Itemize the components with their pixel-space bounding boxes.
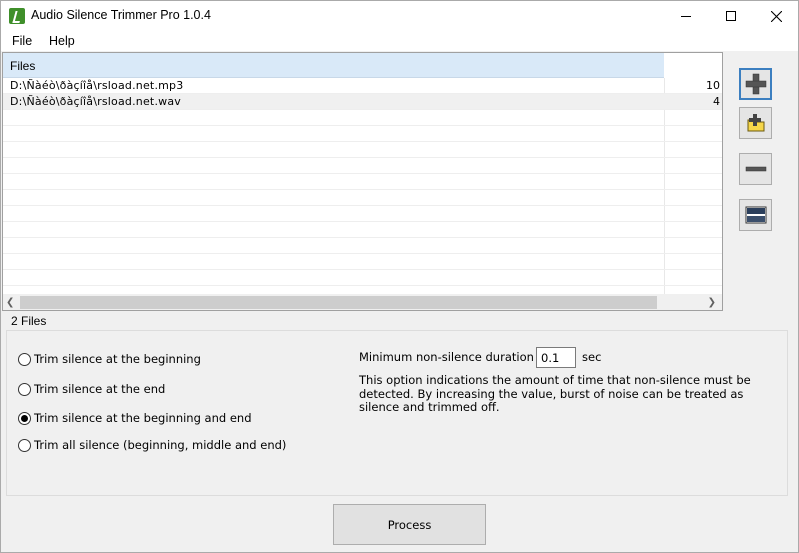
radio-checked-icon xyxy=(18,411,31,425)
empty-row xyxy=(3,270,722,286)
file-size: 4 xyxy=(713,95,720,108)
radio-trim-all[interactable]: Trim all silence (beginning, middle and … xyxy=(18,438,286,452)
radio-label: Trim all silence (beginning, middle and … xyxy=(34,438,287,452)
add-folder-button[interactable] xyxy=(739,107,772,139)
scroll-left-icon[interactable]: ❮ xyxy=(6,297,14,308)
file-path: D:\Ñàéò\ðàçíîå\rsload.net.mp3 xyxy=(10,79,184,92)
empty-row xyxy=(3,158,722,174)
empty-row xyxy=(3,206,722,222)
trim-options-panel: Trim silence at the beginning Trim silen… xyxy=(6,330,788,496)
file-path: D:\Ñàéò\ðàçíîå\rsload.net.wav xyxy=(10,95,181,108)
add-files-button[interactable] xyxy=(739,68,772,100)
radio-trim-end[interactable]: Trim silence at the end xyxy=(18,382,165,396)
menu-help[interactable]: Help xyxy=(49,34,75,48)
radio-trim-beginning[interactable]: Trim silence at the beginning xyxy=(18,352,201,366)
maximize-icon xyxy=(726,11,736,21)
radio-trim-beginning-and-end[interactable]: Trim silence at the beginning and end xyxy=(18,411,252,425)
empty-row xyxy=(3,174,722,190)
window-title: Audio Silence Trimmer Pro 1.0.4 xyxy=(31,8,211,22)
file-count-status: 2 Files xyxy=(11,314,47,328)
empty-row xyxy=(3,126,722,142)
remove-file-button[interactable] xyxy=(739,153,772,185)
radio-label: Trim silence at the beginning xyxy=(34,352,201,366)
min-duration-unit: sec xyxy=(582,350,602,364)
radio-label: Trim silence at the end xyxy=(34,382,166,396)
scroll-right-icon[interactable]: ❯ xyxy=(708,297,716,308)
add-file-icon xyxy=(745,73,766,95)
column-header-label: Files xyxy=(10,59,36,73)
minimize-icon xyxy=(681,15,691,17)
min-duration-input[interactable] xyxy=(536,347,576,368)
empty-row xyxy=(3,190,722,206)
horizontal-scrollbar[interactable]: ❮ ❯ xyxy=(3,294,722,310)
radio-circle-icon xyxy=(18,352,31,366)
process-button[interactable]: Process xyxy=(333,504,486,545)
close-button[interactable] xyxy=(753,1,799,31)
close-icon xyxy=(770,10,782,22)
app-window: Audio Silence Trimmer Pro 1.0.4 File Hel… xyxy=(0,0,799,553)
maximize-button[interactable] xyxy=(708,1,754,31)
empty-row xyxy=(3,238,722,254)
radio-circle-icon xyxy=(18,382,31,396)
file-size: 10 xyxy=(706,79,720,92)
menu-bar: File Help xyxy=(1,31,798,51)
clear-list-button[interactable] xyxy=(739,199,772,231)
title-bar: Audio Silence Trimmer Pro 1.0.4 xyxy=(1,1,798,31)
column-header-size[interactable] xyxy=(664,53,722,78)
empty-row xyxy=(3,110,722,126)
radio-label: Trim silence at the beginning and end xyxy=(34,411,252,425)
table-row[interactable]: D:\Ñàéò\ðàçíîå\rsload.net.mp3 10 xyxy=(3,78,722,94)
table-row[interactable]: D:\Ñàéò\ðàçíîå\rsload.net.wav 4 xyxy=(3,94,722,110)
empty-row xyxy=(3,142,722,158)
add-folder-icon xyxy=(747,114,764,132)
file-list[interactable]: Files D:\Ñàéò\ðàçíîå\rsload.net.mp3 10 D… xyxy=(2,52,723,311)
minimize-button[interactable] xyxy=(663,1,709,31)
min-duration-description: This option indications the amount of ti… xyxy=(359,373,751,414)
scrollbar-thumb[interactable] xyxy=(20,296,657,309)
menu-file[interactable]: File xyxy=(12,34,32,48)
column-header-files[interactable]: Files xyxy=(3,53,664,78)
empty-row xyxy=(3,254,722,270)
remove-icon xyxy=(745,166,766,172)
app-logo-icon xyxy=(9,8,25,24)
radio-circle-icon xyxy=(18,438,31,452)
clear-list-icon xyxy=(745,206,766,224)
empty-row xyxy=(3,222,722,238)
min-duration-label: Minimum non-silence duration xyxy=(359,350,534,364)
